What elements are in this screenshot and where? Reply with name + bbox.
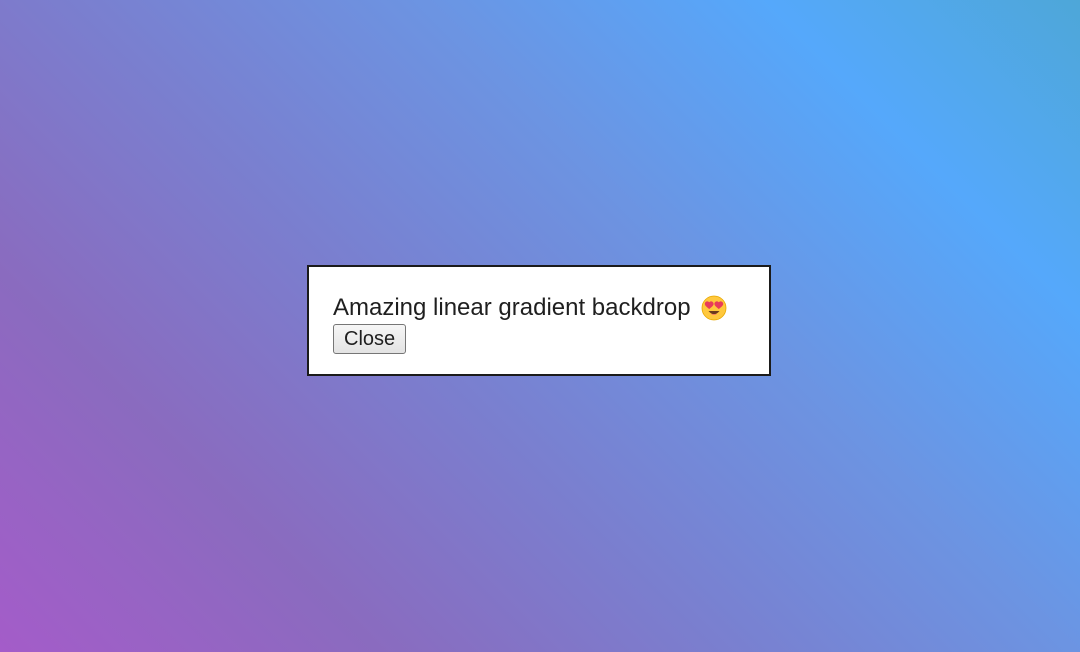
- dialog-message: Amazing linear gradient backdrop: [333, 294, 691, 321]
- close-button[interactable]: Close: [333, 324, 407, 354]
- modal-dialog: Amazing linear gradient backdrop Close: [307, 265, 771, 376]
- dialog-message-row: Amazing linear gradient backdrop: [333, 293, 745, 323]
- heart-eyes-emoji-icon: [701, 295, 727, 321]
